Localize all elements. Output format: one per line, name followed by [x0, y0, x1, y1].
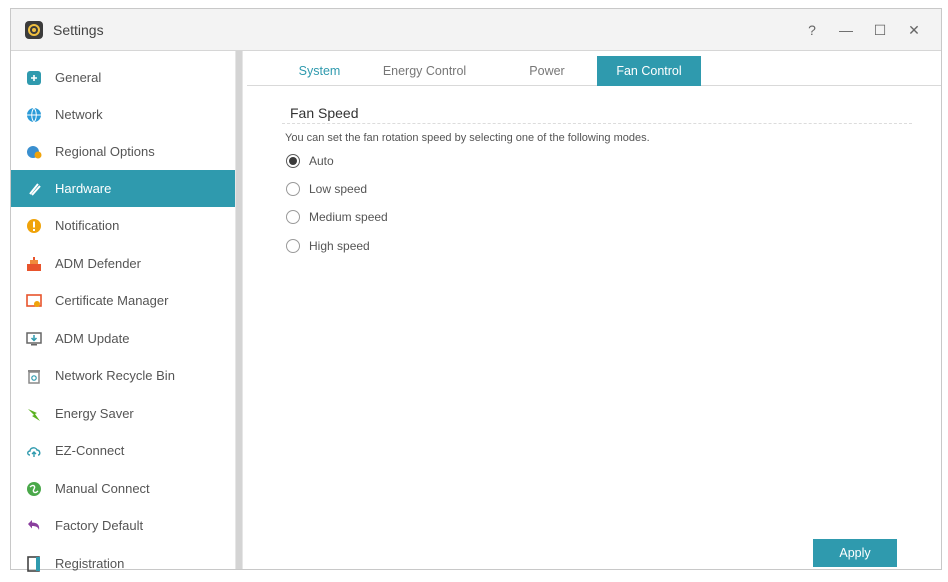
radio-option-auto[interactable]: Auto	[286, 151, 334, 171]
radio-option-medium-speed[interactable]: Medium speed	[286, 207, 388, 227]
section-divider	[282, 123, 912, 124]
sidebar-item-label: Registration	[55, 556, 125, 571]
tab-bar: System Energy Control Power Fan Control	[247, 56, 941, 86]
defender-icon	[25, 255, 43, 273]
radio-label: High speed	[309, 239, 370, 253]
sidebar-item-hardware[interactable]: Hardware	[11, 170, 235, 207]
sidebar-item-label: Hardware	[55, 181, 112, 196]
maximize-button[interactable]: ☐	[863, 16, 897, 44]
sidebar-item-manual-connect[interactable]: Manual Connect	[11, 470, 235, 507]
undo-icon	[25, 517, 43, 535]
sidebar-item-adm-defender[interactable]: ADM Defender	[11, 245, 235, 282]
sidebar-scrollbar[interactable]	[235, 51, 243, 569]
sidebar-item-energy-saver[interactable]: Energy Saver	[11, 395, 235, 432]
radio-label: Medium speed	[309, 210, 388, 224]
certificate-icon	[25, 292, 43, 310]
sidebar-item-certificate-manager[interactable]: Certificate Manager	[11, 282, 235, 319]
sidebar-item-label: Network	[55, 107, 103, 122]
sidebar: General Network Regional Options Hardwar…	[11, 51, 235, 572]
sidebar-item-registration[interactable]: Registration	[11, 545, 235, 582]
sidebar-item-regional-options[interactable]: Regional Options	[11, 133, 235, 170]
registration-icon	[25, 555, 43, 573]
sidebar-item-label: Factory Default	[55, 518, 144, 533]
scrollbar-thumb[interactable]	[236, 51, 242, 569]
tab-power[interactable]: Power	[507, 56, 587, 86]
section-description: You can set the fan rotation speed by se…	[285, 132, 650, 144]
sidebar-item-notification[interactable]: Notification	[11, 207, 235, 244]
close-button[interactable]: ✕	[897, 16, 931, 44]
tab-system[interactable]: System	[277, 56, 362, 86]
radio-label: Auto	[309, 154, 334, 168]
sidebar-item-label: EZ-Connect	[55, 443, 125, 458]
settings-gear-icon	[25, 20, 43, 39]
tab-energy-control[interactable]: Energy Control	[372, 56, 477, 86]
tab-fan-control[interactable]: Fan Control	[597, 56, 701, 86]
sidebar-item-label: Certificate Manager	[55, 293, 169, 308]
general-icon	[25, 69, 43, 87]
sidebar-item-label: Notification	[55, 218, 120, 233]
sidebar-item-general[interactable]: General	[11, 59, 235, 96]
apply-button[interactable]: Apply	[813, 539, 897, 567]
radio-button[interactable]	[286, 154, 300, 168]
radio-button[interactable]	[286, 210, 300, 224]
sidebar-item-label: Network Recycle Bin	[55, 368, 175, 383]
window-controls: ? — ☐ ✕	[795, 9, 931, 51]
notification-icon	[25, 217, 43, 235]
sidebar-item-label: ADM Update	[55, 331, 130, 346]
radio-option-low-speed[interactable]: Low speed	[286, 179, 367, 199]
sidebar-item-label: Manual Connect	[55, 481, 150, 496]
energy-saver-icon	[25, 405, 43, 423]
sidebar-item-factory-default[interactable]: Factory Default	[11, 507, 235, 544]
update-icon	[25, 330, 43, 348]
recycle-bin-icon	[25, 367, 43, 385]
sidebar-item-network-recycle-bin[interactable]: Network Recycle Bin	[11, 357, 235, 394]
radio-button[interactable]	[286, 239, 300, 253]
sidebar-item-adm-update[interactable]: ADM Update	[11, 320, 235, 357]
sidebar-item-label: Regional Options	[55, 144, 155, 159]
section-title: Fan Speed	[290, 105, 359, 121]
settings-window: Settings ? — ☐ ✕ General Network Regiona…	[10, 8, 942, 572]
globe-icon	[25, 106, 43, 124]
cloud-upload-icon	[25, 442, 43, 460]
sidebar-item-label: ADM Defender	[55, 256, 141, 271]
window-title: Settings	[53, 21, 104, 38]
regional-icon	[25, 143, 43, 161]
radio-button[interactable]	[286, 182, 300, 196]
help-button[interactable]: ?	[795, 16, 829, 44]
hardware-icon	[25, 180, 43, 198]
sidebar-item-ez-connect[interactable]: EZ-Connect	[11, 432, 235, 469]
sidebar-item-network[interactable]: Network	[11, 96, 235, 133]
title-bar: Settings ? — ☐ ✕	[11, 9, 941, 51]
minimize-button[interactable]: —	[829, 16, 863, 44]
manual-connect-icon	[25, 480, 43, 498]
radio-option-high-speed[interactable]: High speed	[286, 236, 370, 256]
content-panel: System Energy Control Power Fan Control …	[247, 51, 941, 569]
sidebar-item-label: General	[55, 70, 102, 85]
sidebar-item-label: Energy Saver	[55, 406, 134, 421]
radio-label: Low speed	[309, 182, 368, 196]
